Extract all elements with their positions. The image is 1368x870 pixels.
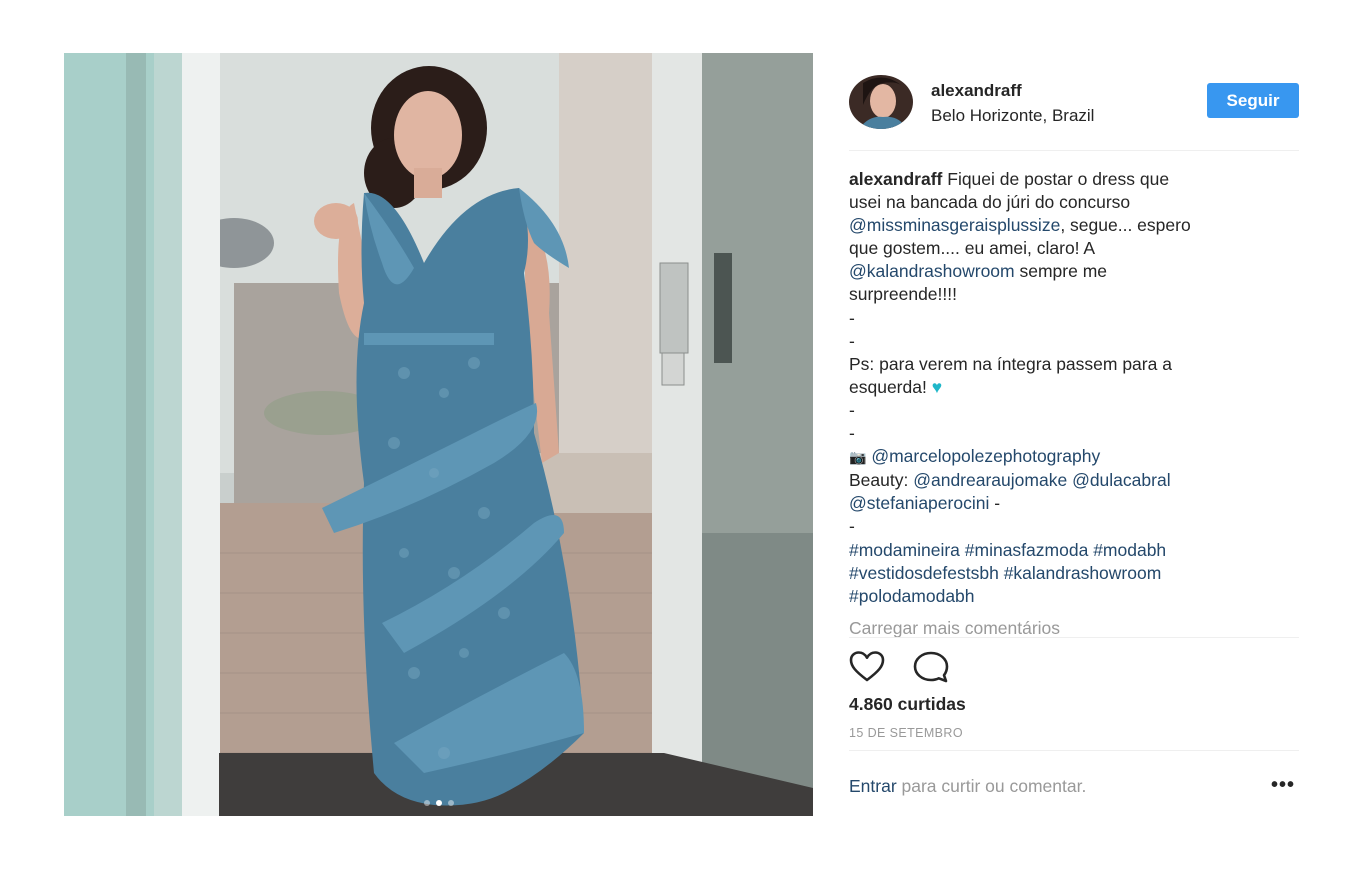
likes-count[interactable]: 4.860 curtidas xyxy=(849,694,966,715)
carousel-dot-active[interactable] xyxy=(435,800,442,806)
caption-text: Beauty: xyxy=(849,470,914,491)
carousel-indicator xyxy=(64,800,813,806)
post-side-panel: alexandraff Belo Horizonte, Brazil Segui… xyxy=(849,53,1299,816)
mention-link[interactable]: @missminasgeraisplussize xyxy=(849,215,1060,235)
mention-link[interactable]: @kalandrashowroom xyxy=(849,261,1015,281)
camera-emoji-icon: 📷 xyxy=(849,449,867,466)
mention-link[interactable]: @dulacabral xyxy=(1072,470,1171,490)
hashtag-link[interactable]: #polodamodabh xyxy=(849,586,975,606)
caption-text: usei na bancada do júri do concurso xyxy=(849,192,1131,213)
header-divider xyxy=(849,150,1299,151)
caption-text: esquerda! xyxy=(849,376,932,397)
caption: alexandraff Fiquei de postar o dress que… xyxy=(849,168,1299,608)
post-header: alexandraff Belo Horizonte, Brazil Segui… xyxy=(849,75,1299,129)
location[interactable]: Belo Horizonte, Brazil xyxy=(931,106,1094,126)
hashtag-link[interactable]: #minasfazmoda xyxy=(965,540,1089,560)
mention-link[interactable]: @marcelopolezephotography xyxy=(871,446,1100,466)
avatar[interactable] xyxy=(849,75,913,129)
photo-scene xyxy=(64,53,813,816)
caption-text: surpreende!!!! xyxy=(849,284,957,305)
username[interactable]: alexandraff xyxy=(931,81,1022,101)
caption-text: Fiquei de postar o dress que xyxy=(947,169,1170,189)
caption-text: que gostem.... eu amei, claro! A xyxy=(849,238,1096,259)
actions-divider xyxy=(849,637,1299,638)
post-photo[interactable] xyxy=(64,53,813,816)
carousel-dot[interactable] xyxy=(447,800,454,806)
speech-bubble-icon[interactable] xyxy=(913,651,949,683)
caption-username[interactable]: alexandraff xyxy=(849,169,942,189)
caption-dash: - xyxy=(849,307,855,328)
ellipsis-icon[interactable]: ••• xyxy=(1271,775,1295,795)
caption-text: - xyxy=(989,493,1001,514)
caption-dash: - xyxy=(849,516,855,537)
post-date[interactable]: 15 DE SETEMBRO xyxy=(849,726,963,740)
heart-emoji-icon: ♥ xyxy=(931,376,943,397)
hashtag-link[interactable]: #modamineira xyxy=(849,540,960,560)
action-bar xyxy=(849,651,1299,685)
hashtag-link[interactable]: #modabh xyxy=(1093,540,1166,560)
mention-link[interactable]: @andrearaujomake xyxy=(913,470,1067,490)
follow-button[interactable]: Seguir xyxy=(1207,83,1299,118)
hashtag-link[interactable]: #vestidosdefestsbh xyxy=(849,563,999,583)
caption-dash: - xyxy=(849,399,855,420)
footer-divider xyxy=(849,750,1299,751)
login-link[interactable]: Entrar xyxy=(849,776,897,796)
caption-text: sempre me xyxy=(1014,261,1108,282)
hashtag-link[interactable]: #kalandrashowroom xyxy=(1004,563,1162,583)
avatar-image xyxy=(849,75,913,129)
caption-text: , segue... espero xyxy=(1060,215,1191,236)
load-more-comments[interactable]: Carregar mais comentários xyxy=(849,618,1060,639)
login-prompt: Entrar para curtir ou comentar. xyxy=(849,776,1086,797)
login-text: para curtir ou comentar. xyxy=(896,776,1087,796)
heart-outline-icon[interactable] xyxy=(849,651,885,683)
caption-dash: - xyxy=(849,423,855,444)
carousel-dot[interactable] xyxy=(423,800,430,806)
caption-text: Ps: para verem na íntegra passem para a xyxy=(849,353,1172,374)
mention-link[interactable]: @stefaniaperocini xyxy=(849,493,989,513)
caption-dash: - xyxy=(849,330,855,351)
